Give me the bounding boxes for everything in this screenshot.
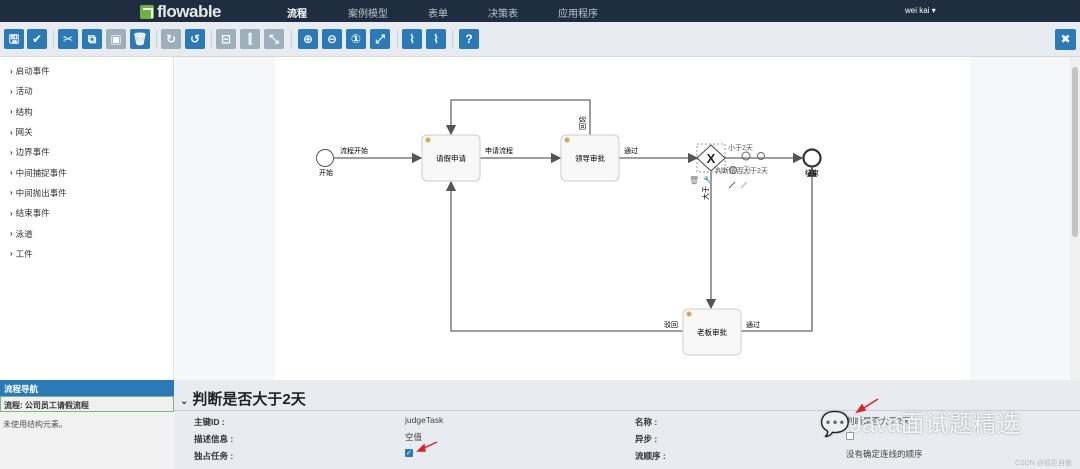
- async-label: 异步 :: [635, 434, 658, 444]
- wechat-icon: 💬: [820, 411, 850, 438]
- flow-leader-reject[interactable]: [445, 99, 591, 136]
- flow-label: 流程开始: [340, 146, 368, 155]
- start-label: 开始: [319, 168, 333, 177]
- flow-label: 驳回: [664, 321, 678, 329]
- task-label: 请假申请: [436, 153, 466, 163]
- desc-label: 描述信息 :: [194, 434, 234, 444]
- end-label: 结束: [805, 168, 819, 177]
- navigator-process[interactable]: 流程: 公司员工请假流程: [0, 396, 174, 412]
- credit-text: CSDN @狐臣自傲: [1015, 460, 1072, 467]
- user-icon: [425, 137, 431, 143]
- flow-boss-reject[interactable]: [445, 180, 683, 332]
- flow-label: 通过: [624, 146, 638, 155]
- order-value[interactable]: 没有确定连线的顺序: [846, 448, 923, 460]
- gateway-label: 判断是否大于2天: [715, 166, 768, 175]
- exclusive-label: 独占任务 :: [194, 451, 234, 461]
- process-navigator: 流程导航 流程: 公司员工请假流程 未使用结构元素。: [0, 380, 174, 469]
- order-label: 流顺序 :: [635, 451, 666, 461]
- user-icon: [686, 311, 692, 317]
- task-boss-approve[interactable]: 老板审批: [682, 308, 742, 356]
- id-value[interactable]: judgeTask: [405, 415, 443, 425]
- watermark-text: Java面试题精选: [849, 411, 1021, 438]
- start-event[interactable]: [316, 149, 334, 167]
- delete-icon[interactable]: 🗑: [689, 176, 699, 185]
- navigator-note: 未使用结构元素。: [3, 420, 67, 429]
- flow-boss-pass[interactable]: [741, 166, 818, 332]
- task-label: 老板审批: [697, 327, 727, 337]
- task-leader-approve[interactable]: 领导审批: [560, 134, 620, 182]
- user-icon: [564, 137, 570, 143]
- exclusive-checkbox[interactable]: ✓: [405, 449, 413, 457]
- wrench-icon[interactable]: 🔧: [703, 175, 713, 185]
- desc-value[interactable]: 空值: [405, 431, 422, 443]
- task-apply[interactable]: 请假申请: [421, 134, 481, 182]
- flow-label: 小于2天: [728, 143, 753, 152]
- id-label: 主键ID :: [194, 417, 225, 427]
- navigator-title: 流程导航: [0, 380, 174, 396]
- flow-label: 驳回: [578, 116, 586, 130]
- svg-text:X: X: [707, 151, 716, 166]
- properties-title[interactable]: ⌄ 判断是否大于2天: [180, 388, 306, 409]
- end-event[interactable]: [802, 148, 822, 168]
- flow-label: 通过: [746, 320, 760, 329]
- title-text: 判断是否大于2天: [192, 391, 306, 408]
- task-label: 领导审批: [575, 153, 605, 163]
- name-label: 名称 :: [635, 417, 658, 427]
- chevron-down-icon: ⌄: [180, 396, 189, 407]
- flow-label: 大于: [701, 186, 710, 200]
- flow-label: 申请流程: [485, 146, 513, 155]
- watermark: 💬Java面试题精选: [820, 404, 1021, 439]
